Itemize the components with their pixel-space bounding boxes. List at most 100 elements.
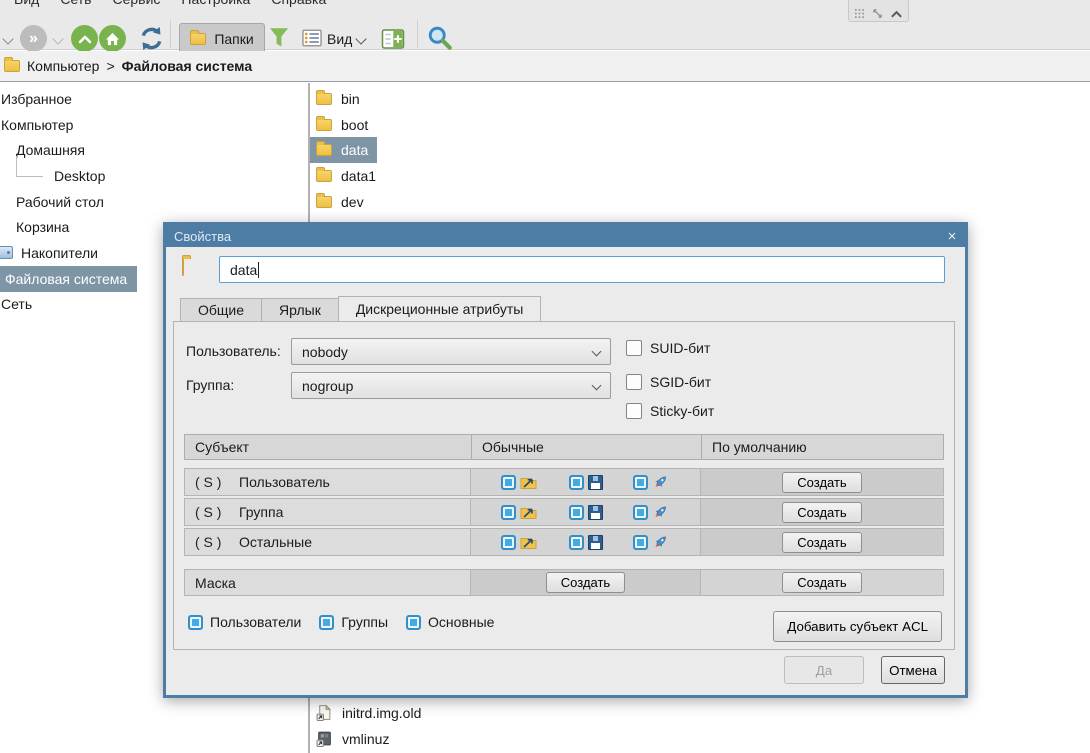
view-dropdown-chevron-icon[interactable]	[355, 33, 366, 44]
menu-item[interactable]: Вид	[14, 0, 39, 7]
split-view-icon	[381, 27, 405, 51]
tree-item[interactable]: Корзина	[0, 214, 79, 240]
create-default-acl-button[interactable]: Создать	[782, 472, 861, 493]
tree-item[interactable]: Рабочий стол	[0, 189, 114, 215]
filter-button[interactable]	[267, 25, 291, 51]
tree-item[interactable]: Desktop	[0, 163, 115, 189]
tree-item-label: Накопители	[21, 245, 98, 261]
acl-subject-prefix: ( S )	[195, 504, 239, 520]
tree-item[interactable]: Сеть	[0, 292, 42, 318]
write-permission-checkbox[interactable]	[569, 505, 584, 520]
menu-item[interactable]: Сервис	[112, 0, 160, 7]
user-select-value: nobody	[302, 344, 348, 360]
funnel-icon	[267, 25, 291, 51]
filter-checkbox[interactable]	[406, 615, 421, 630]
up-button[interactable]	[71, 25, 98, 52]
file-row[interactable]: data1	[310, 163, 385, 189]
tree-item[interactable]: Избранное	[0, 86, 82, 112]
write-permission	[569, 505, 603, 520]
ok-button[interactable]: Да	[784, 656, 864, 684]
execute-permission-checkbox[interactable]	[633, 505, 648, 520]
file-row[interactable]: data	[310, 137, 377, 163]
folder-icon	[316, 93, 332, 105]
file-name: boot	[341, 117, 368, 133]
tab[interactable]: Дискреционные атрибуты	[338, 296, 542, 322]
suid-bit-row: SUID-бит	[626, 340, 710, 356]
search-button[interactable]	[427, 25, 453, 51]
read-permission-checkbox[interactable]	[501, 475, 516, 490]
file-row[interactable]: boot	[310, 112, 377, 138]
dialog-title: Свойства	[174, 229, 231, 244]
user-select[interactable]: nobody	[291, 338, 611, 365]
sticky-checkbox[interactable]	[626, 403, 642, 419]
create-mask-button[interactable]: Создать	[546, 572, 625, 593]
forward-button[interactable]: »	[20, 25, 47, 52]
breadcrumb-root[interactable]: Компьютер	[27, 58, 99, 74]
group-select[interactable]: nogroup	[291, 372, 611, 399]
menu-bar: Вид Сеть Сервис Настройка Справка	[0, 0, 1090, 8]
create-default-mask-button[interactable]: Создать	[782, 572, 861, 593]
filter-label: Группы	[341, 614, 388, 630]
file-name: dev	[341, 194, 364, 210]
name-input[interactable]: data	[219, 256, 945, 283]
tree-item[interactable]: Файловая система	[0, 266, 137, 292]
view-mode-button[interactable]	[302, 29, 322, 47]
acl-tab-page: Пользователь: nobody Группа: nogroup SUI…	[173, 321, 955, 650]
write-permission-checkbox[interactable]	[569, 535, 584, 550]
menu-item[interactable]: Сеть	[60, 0, 91, 7]
acl-normal-cell	[471, 468, 701, 496]
breadcrumb-current[interactable]: Файловая система	[122, 58, 252, 74]
tab[interactable]: Ярлык	[261, 298, 338, 322]
tab[interactable]: Общие	[180, 298, 261, 322]
tree-item[interactable]: Компьютер	[0, 112, 83, 138]
resize-diagonal-icon[interactable]	[872, 8, 883, 19]
folder-icon	[182, 258, 184, 276]
execute-permission	[633, 534, 670, 550]
menu-item[interactable]: Справка	[271, 0, 326, 7]
collapse-chevron-icon[interactable]	[890, 10, 903, 19]
read-permission-checkbox[interactable]	[501, 505, 516, 520]
create-default-acl-button[interactable]: Создать	[782, 502, 861, 523]
chevron-down-icon	[592, 347, 602, 357]
file-row[interactable]: bin	[310, 86, 369, 112]
refresh-button[interactable]	[138, 25, 165, 52]
cancel-button[interactable]: Отмена	[881, 656, 945, 684]
file-row[interactable]: vmlinuz	[310, 726, 398, 752]
suid-checkbox[interactable]	[626, 340, 642, 356]
back-dropdown-chevron-icon[interactable]	[2, 33, 13, 44]
write-permission-checkbox[interactable]	[569, 475, 584, 490]
column-header-normal: Обычные	[471, 434, 702, 460]
home-button[interactable]	[99, 25, 126, 52]
folder-icon	[316, 144, 332, 156]
tree-item[interactable]: Накопители	[0, 240, 108, 266]
execute-permission-checkbox[interactable]	[633, 535, 648, 550]
read-permission-checkbox[interactable]	[501, 535, 516, 550]
sgid-label: SGID-бит	[650, 374, 711, 390]
tree-item[interactable]: Домашняя	[0, 137, 95, 163]
menu-item[interactable]: Настройка	[181, 0, 250, 7]
forward-dropdown-chevron-icon[interactable]	[52, 33, 63, 44]
mask-normal-cell: Создать	[471, 569, 701, 596]
sgid-bit-row: SGID-бит	[626, 374, 711, 390]
filter-checkbox[interactable]	[319, 615, 334, 630]
sgid-checkbox[interactable]	[626, 374, 642, 390]
acl-default-cell: Создать	[701, 528, 944, 556]
close-icon[interactable]: ×	[939, 228, 965, 245]
split-view-button[interactable]	[381, 27, 405, 51]
execute-permission-checkbox[interactable]	[633, 475, 648, 490]
folders-toggle-button[interactable]: Папки	[179, 23, 265, 54]
view-button-label[interactable]: Вид	[327, 31, 352, 47]
dialog-titlebar[interactable]: Свойства ×	[166, 225, 965, 247]
acl-row: ( S ) Пользователь	[184, 468, 944, 496]
acl-subject-prefix: ( S )	[195, 534, 239, 550]
read-permission-icon	[520, 534, 538, 550]
file-row[interactable]: dev	[310, 189, 373, 215]
grid-icon[interactable]	[854, 8, 865, 19]
filter-checkbox[interactable]	[188, 615, 203, 630]
add-acl-subject-button[interactable]: Добавить субъект ACL	[773, 611, 942, 642]
read-permission-icon	[520, 474, 538, 490]
symlink-binary-icon	[316, 730, 333, 747]
execute-permission	[633, 504, 670, 520]
file-row[interactable]: initrd.img.old	[310, 700, 430, 726]
create-default-acl-button[interactable]: Создать	[782, 532, 861, 553]
